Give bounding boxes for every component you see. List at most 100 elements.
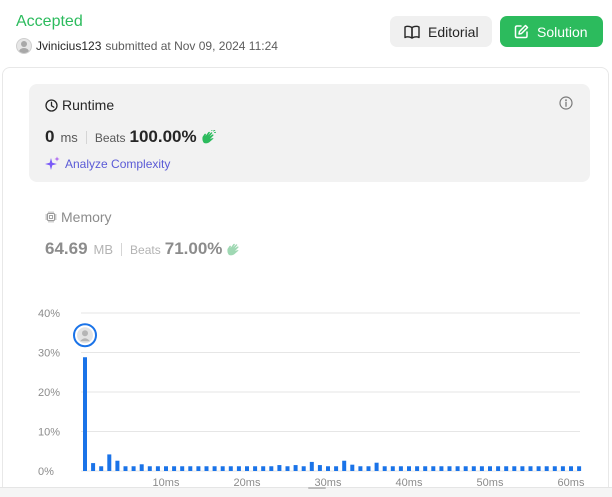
submitted-at: submitted at Nov 09, 2024 11:24 [105,39,278,53]
chart-bar[interactable] [455,466,460,471]
chart-bar[interactable] [447,466,452,471]
chart-bar[interactable] [520,466,525,471]
chart-bar[interactable] [245,466,249,471]
chart-bar[interactable] [528,466,533,471]
y-tick-label: 10% [38,427,60,439]
chart-bar[interactable] [204,466,209,471]
chart-bar[interactable] [560,466,565,471]
chart-bar[interactable] [431,466,436,471]
runtime-title: Runtime [45,97,114,113]
info-icon[interactable] [559,96,573,110]
user-avatar[interactable] [16,38,32,54]
editorial-label: Editorial [428,23,479,40]
chart-bar[interactable] [188,466,193,471]
x-tick-label: 20ms [234,477,261,487]
x-tick-label: 40ms [396,477,423,487]
chart-bar[interactable] [463,466,468,471]
runtime-title-label: Runtime [62,97,115,113]
x-tick-label: 10ms [153,477,180,487]
divider [85,130,87,144]
chart-bar[interactable] [123,466,128,471]
chart-bar[interactable] [147,466,152,471]
y-tick-label: 40% [38,308,60,320]
chart-bar[interactable] [439,466,444,471]
x-tick-label: 30ms [315,477,342,487]
chart-bar[interactable] [512,466,517,471]
chart-bar[interactable] [415,466,420,471]
chart-bar[interactable] [220,466,225,471]
chart-bar[interactable] [261,466,266,471]
memory-beats-value: 71.00% [164,239,223,258]
chart-bar[interactable] [139,464,144,471]
runtime-card[interactable]: Runtime 0 ms Beats 100.00% Analyze Compl… [29,84,590,182]
runtime-beats-label: Beats [94,131,126,145]
chart-bar[interactable] [277,465,282,471]
chart-bar[interactable] [471,466,476,471]
runtime-metric: 0 ms Beats 100.00% [45,127,216,147]
chart-bar[interactable] [326,466,330,471]
chart-bar[interactable] [309,461,314,471]
chart-bar[interactable] [407,466,411,471]
chart-bar[interactable] [164,466,168,471]
chart-bar[interactable] [212,466,217,471]
analyze-complexity-link[interactable]: Analyze Complexity [45,156,170,171]
clapping-hands-icon [227,243,240,256]
runtime-distribution-chart[interactable]: 0% 10% 20% 30% 40% 10ms 20ms 30ms 40ms 50ms 60ms [30,300,590,487]
username-link[interactable]: Jvinicius123 [36,39,101,53]
memory-title-label: Memory [61,209,112,225]
chart-bar[interactable] [374,462,379,471]
chart-bar[interactable] [131,466,136,471]
chart-bar[interactable] [269,466,274,471]
chart-bar[interactable] [382,466,387,471]
editorial-button[interactable]: Editorial [390,16,492,47]
chart-bar[interactable] [544,466,549,471]
chart-bar[interactable] [253,466,258,471]
chart-bar[interactable] [172,466,177,471]
chart-bar[interactable] [569,466,573,471]
resize-handle[interactable] [308,487,326,489]
chart-bar[interactable] [504,466,509,471]
chart-bar[interactable] [334,466,339,471]
chart-bar[interactable] [107,454,112,471]
chart-bar[interactable] [350,464,355,471]
chart-bar[interactable] [390,466,395,471]
chart-bar[interactable] [180,466,185,471]
y-tick-label: 30% [38,348,60,360]
chart-bar[interactable] [479,466,484,471]
chart-bar[interactable] [398,466,403,471]
x-tick-label: 50ms [477,477,504,487]
runtime-value: 0 [45,127,55,146]
memory-title[interactable]: Memory [45,209,112,225]
marker-avatar-head [82,330,88,337]
chart-bar[interactable] [342,460,347,471]
clock-icon [45,98,58,112]
memory-unit: MB [93,242,114,257]
chart-bar[interactable] [358,466,363,471]
y-tick-label: 20% [38,387,60,399]
chart-bar[interactable] [577,466,582,471]
chart-bar[interactable] [301,466,306,471]
chart-bar[interactable] [366,466,371,471]
chart-bar[interactable] [423,466,428,471]
submission-header: Accepted Jvinicius123 submitted at Nov 0… [16,12,603,56]
chart-bar[interactable] [91,463,96,471]
chart-bar[interactable] [83,357,87,471]
chart-bar[interactable] [293,465,298,471]
chart-bar[interactable] [155,466,160,471]
chart-bar[interactable] [536,466,541,471]
chart-bar[interactable] [285,466,290,471]
chart-bar[interactable] [317,465,322,471]
chart-bar[interactable] [488,466,492,471]
clapping-hands-icon [202,130,216,144]
chart-bar[interactable] [236,466,241,471]
x-tick-label: 60ms [558,477,585,487]
chart-bar[interactable] [228,466,233,471]
bottom-panel-bar [0,487,612,497]
chart-bar[interactable] [99,466,104,471]
solution-button[interactable]: Solution [500,16,603,47]
chart-bar[interactable] [552,466,557,471]
analyze-complexity-label: Analyze Complexity [65,156,171,171]
chart-bar[interactable] [115,460,120,471]
chart-bar[interactable] [496,466,501,471]
chart-bar[interactable] [196,466,201,471]
